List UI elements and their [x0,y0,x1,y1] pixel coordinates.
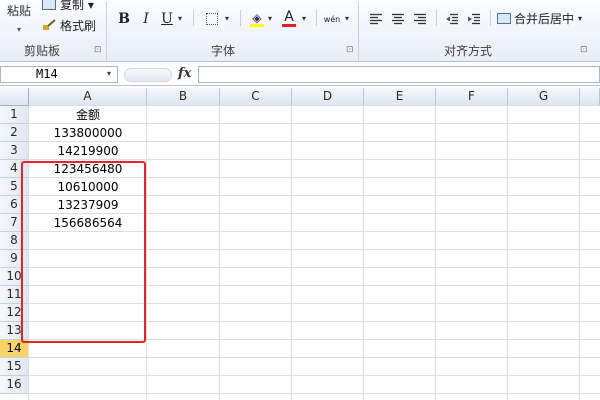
align-right-button[interactable] [412,8,428,30]
decrease-indent-icon [446,13,458,25]
chevron-down-icon[interactable]: ▾ [225,14,229,23]
column-header-f[interactable]: F [436,88,508,106]
select-all-button[interactable] [0,88,29,106]
align-center-button[interactable] [390,8,406,30]
border-icon [206,13,218,25]
italic-button[interactable]: I [139,8,153,30]
toolbar-divider [490,10,491,26]
cell-a1[interactable]: 金额 [29,106,147,124]
phonetic-button[interactable]: wén [321,8,343,30]
group-separator [358,2,359,60]
align-center-icon [392,13,404,25]
decrease-indent-button[interactable] [444,8,460,30]
column-header-g[interactable]: G [508,88,580,106]
highlight-box [21,161,146,343]
paste-button[interactable]: 粘贴 ▾ [6,2,32,38]
cell-a2[interactable]: 133800000 [29,124,147,142]
row-header-1[interactable]: 1 [0,106,29,124]
format-painter-label: 格式刷 [60,18,97,33]
copy-button[interactable]: 复制 ▾ [42,0,94,14]
chevron-down-icon: ▾ [16,25,21,34]
spreadsheet-grid: ABCDEFG 1 2 3 4 5 6 7 8 9 10 11 12 13 14 15 16 金额 133800… [0,88,600,400]
ribbon: 粘贴 ▾ 复制 ▾ 格式刷 剪贴板 ⊡ B I U ▾ ▾ ◈ ▾ A ▾ wé… [0,0,600,62]
bold-button[interactable]: B [116,8,132,30]
alignment-dialog-launcher-icon[interactable]: ⊡ [580,45,588,55]
paintbrush-icon [42,19,56,31]
align-left-icon [370,13,382,25]
align-left-button[interactable] [368,8,384,30]
chevron-down-icon[interactable]: ▾ [107,69,111,78]
merge-center-label: 合并后居中 [514,11,575,26]
underline-button[interactable]: U [160,8,174,30]
phonetic-icon: wén [323,14,341,24]
clipboard-group-label: 剪贴板 [24,44,61,58]
group-separator [106,2,107,60]
font-dialog-launcher-icon[interactable]: ⊡ [346,45,354,55]
copy-icon [42,0,56,10]
chevron-down-icon[interactable]: ▾ [345,14,349,23]
border-button[interactable] [204,8,220,30]
merge-center-button[interactable]: 合并后居中 ▾ [497,8,582,28]
toolbar-divider [193,10,194,26]
font-color-bar [282,24,296,27]
font-group-label: 字体 [211,44,236,58]
chevron-down-icon: ▾ [578,13,583,23]
toolbar-divider [436,10,437,26]
copy-label: 复制 ▾ [60,0,94,12]
column-header-d[interactable]: D [292,88,364,106]
fill-color-button[interactable]: ◈ [248,8,266,30]
font-color-button[interactable]: A [281,8,297,30]
toolbar-divider [240,10,241,26]
chevron-down-icon[interactable]: ▾ [268,14,272,23]
name-box[interactable]: M14 [0,66,118,83]
column-header-partial[interactable] [580,88,600,106]
paste-label: 粘贴 [6,4,31,18]
format-painter-button[interactable]: 格式刷 [42,15,96,35]
row-header-2[interactable]: 2 [0,124,29,142]
row-header-15[interactable]: 15 [0,358,29,376]
column-header-a[interactable]: A [29,88,147,106]
column-header-b[interactable]: B [147,88,220,106]
clipboard-dialog-launcher-icon[interactable]: ⊡ [94,45,102,55]
row-header-16[interactable]: 16 [0,376,29,394]
increase-indent-icon [468,13,480,25]
row-header-3[interactable]: 3 [0,142,29,160]
toolbar-divider [316,10,317,26]
merge-cells-icon [497,12,511,24]
font-color-icon: A [284,9,294,25]
fill-color-bar [250,23,264,27]
formula-splitter[interactable] [124,68,172,82]
formula-bar: M14 ▾ fx [0,64,600,86]
formula-input[interactable] [198,66,600,83]
increase-indent-button[interactable] [466,8,482,30]
insert-function-button[interactable]: fx [178,66,191,81]
chevron-down-icon[interactable]: ▾ [302,14,306,23]
chevron-down-icon[interactable]: ▾ [178,14,182,23]
paint-bucket-icon: ◈ [252,10,262,25]
cell-a3[interactable]: 14219900 [29,142,147,160]
align-right-icon [414,13,426,25]
alignment-group-label: 对齐方式 [444,44,493,58]
column-header-c[interactable]: C [220,88,292,106]
column-header-e[interactable]: E [364,88,436,106]
